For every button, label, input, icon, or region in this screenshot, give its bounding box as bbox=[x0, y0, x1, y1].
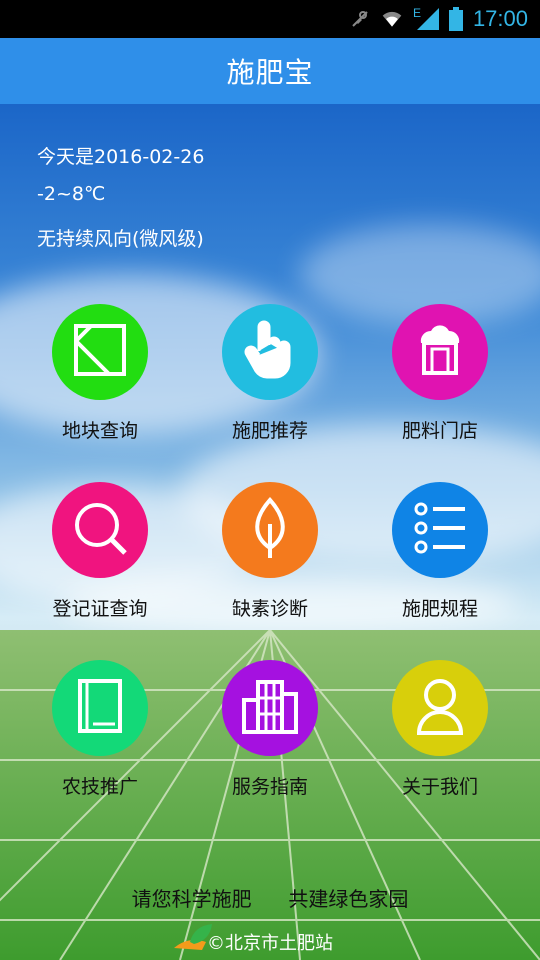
menu-label: 关于我们 bbox=[401, 776, 478, 798]
app-bar: 施肥宝 bbox=[0, 38, 540, 104]
mute-icon bbox=[349, 8, 371, 30]
menu-agri-tech-promotion[interactable]: 农技推广 bbox=[15, 660, 185, 799]
menu-fertilizer-store[interactable]: 肥料门店 bbox=[355, 304, 525, 443]
network-type: E bbox=[412, 6, 421, 20]
menu-about-us[interactable]: 关于我们 bbox=[355, 660, 525, 799]
store-icon bbox=[413, 323, 467, 381]
weather-wind: 无持续风向(微风级) bbox=[37, 228, 204, 250]
person-icon bbox=[415, 677, 465, 739]
search-icon bbox=[71, 499, 129, 561]
status-bar: E 17:00 bbox=[0, 0, 540, 38]
menu-service-guide[interactable]: 服务指南 bbox=[185, 660, 355, 799]
menu-fertilizer-recommend[interactable]: 施肥推荐 bbox=[185, 304, 355, 443]
wifi-icon bbox=[381, 8, 403, 30]
battery-icon bbox=[448, 7, 463, 31]
menu-label: 农技推广 bbox=[61, 776, 138, 798]
menu-registration-query[interactable]: 登记证查询 bbox=[15, 482, 185, 621]
weather-date: 今天是2016-02-26 bbox=[37, 146, 205, 168]
circle-button[interactable] bbox=[392, 304, 488, 400]
circle-button[interactable] bbox=[52, 304, 148, 400]
list-icon bbox=[413, 501, 467, 559]
menu-label: 服务指南 bbox=[231, 776, 308, 798]
weather-temperature: -2~8℃ bbox=[37, 183, 106, 205]
circle-button[interactable] bbox=[392, 660, 488, 756]
menu-deficiency-diagnosis[interactable]: 缺素诊断 bbox=[185, 482, 355, 621]
circle-button[interactable] bbox=[52, 482, 148, 578]
menu-label: 登记证查询 bbox=[52, 598, 148, 620]
copyright: ©北京市土肥站 bbox=[207, 933, 333, 954]
menu-fertilization-rules[interactable]: 施肥规程 bbox=[355, 482, 525, 621]
menu-plot-query[interactable]: 地块查询 bbox=[15, 304, 185, 443]
clock: 17:00 bbox=[472, 6, 528, 31]
leaf-icon bbox=[250, 496, 290, 564]
slogan: 请您科学施肥 共建绿色家园 bbox=[131, 887, 409, 911]
menu-label: 肥料门店 bbox=[401, 420, 478, 442]
building-icon bbox=[240, 678, 300, 738]
signal-icon: E bbox=[412, 6, 439, 30]
circle-button[interactable] bbox=[392, 482, 488, 578]
circle-button[interactable] bbox=[222, 482, 318, 578]
menu-label: 施肥推荐 bbox=[231, 420, 308, 442]
menu-label: 缺素诊断 bbox=[231, 598, 308, 620]
circle-button[interactable] bbox=[222, 304, 318, 400]
hand-pointer-icon bbox=[241, 319, 299, 385]
menu-label: 地块查询 bbox=[61, 420, 138, 442]
map-plot-icon bbox=[73, 323, 127, 381]
book-icon bbox=[77, 678, 123, 738]
page-title: 施肥宝 bbox=[226, 56, 314, 89]
menu-label: 施肥规程 bbox=[401, 598, 478, 620]
circle-button[interactable] bbox=[52, 660, 148, 756]
circle-button[interactable] bbox=[222, 660, 318, 756]
